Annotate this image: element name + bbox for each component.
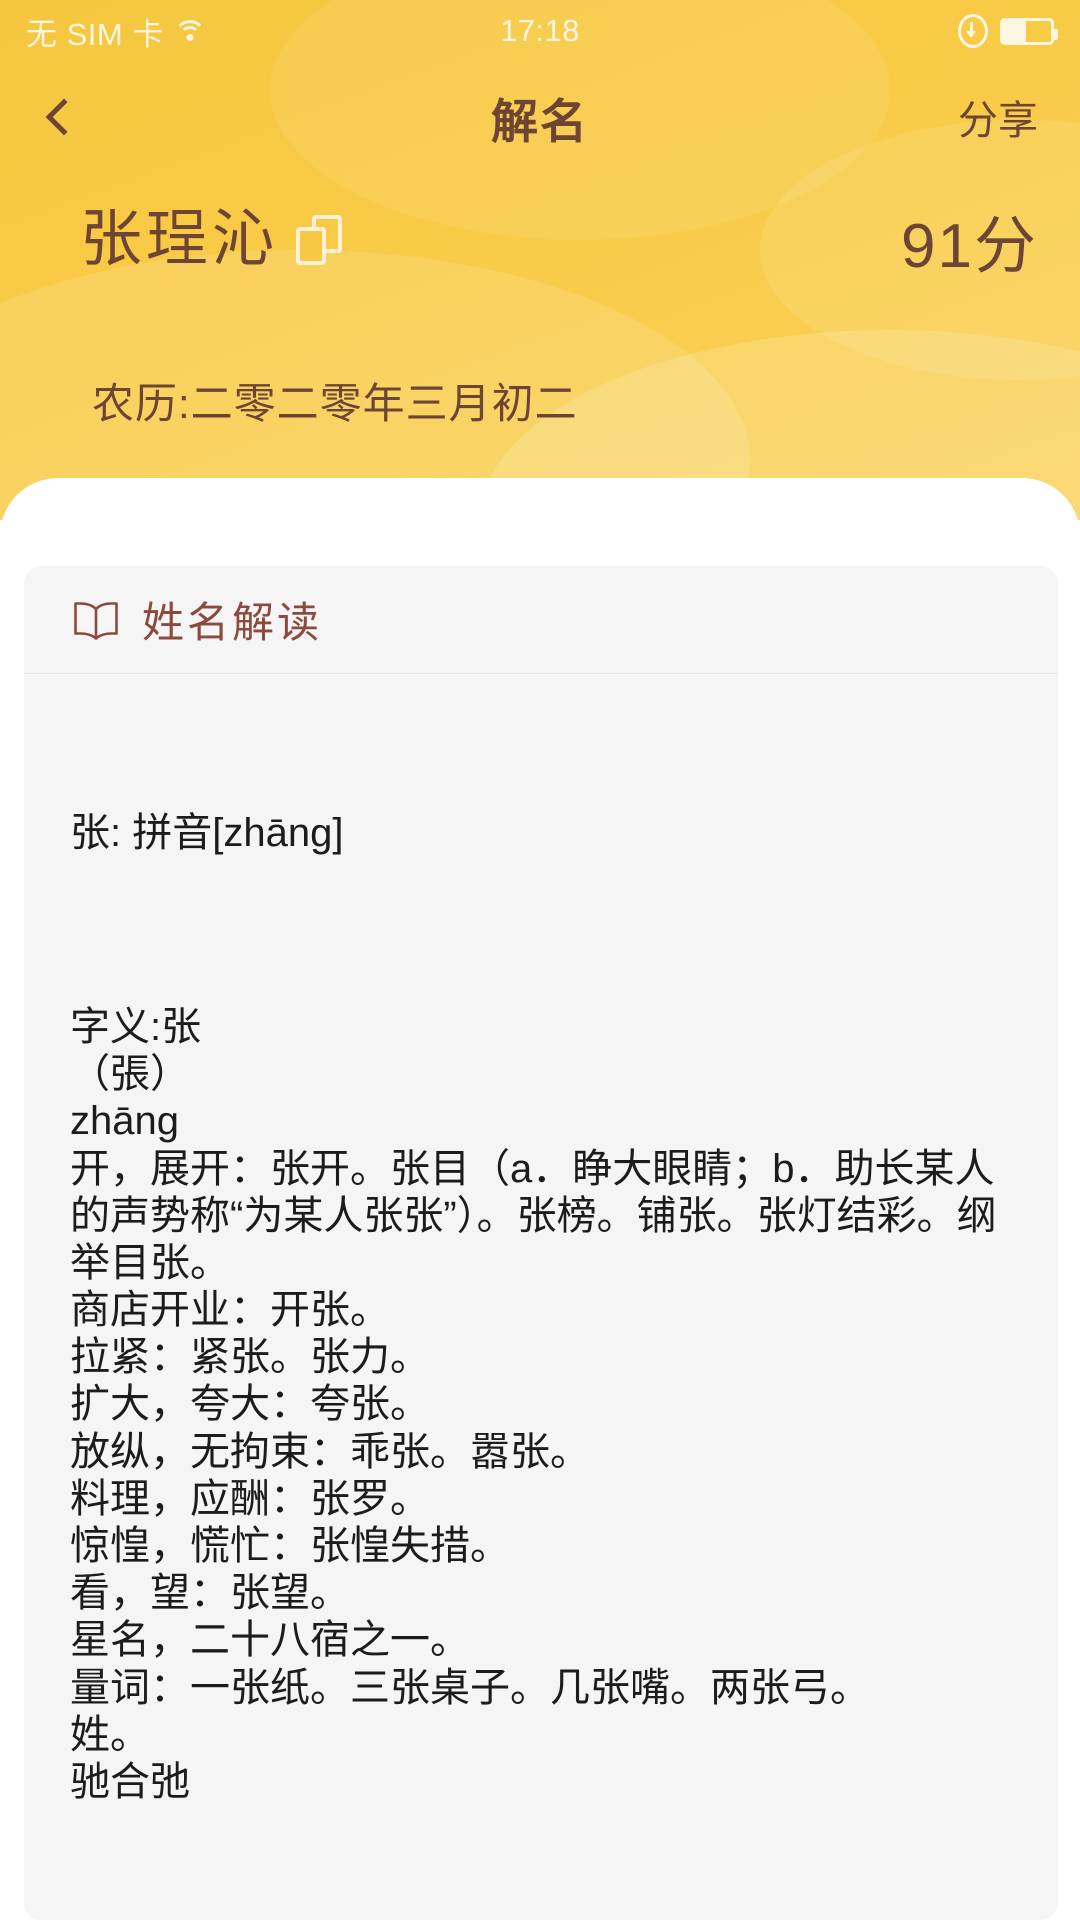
battery-icon xyxy=(1000,17,1058,45)
meaning-text: 字义:张 （張） zhāng 开，展开：张开。张目（a．睁大眼睛；b．助长某人的… xyxy=(70,1004,997,1804)
name-header-row: 张珵沁 91分 xyxy=(0,190,1080,290)
navigation-bar: 解名 分享 xyxy=(0,62,1080,172)
score-value: 91分 xyxy=(901,212,1038,281)
status-bar: 无 SIM 卡 17:18 xyxy=(0,0,1080,62)
card-title: 姓名解读 xyxy=(142,599,323,646)
person-name: 张珵沁 xyxy=(80,205,279,274)
card-body: 张: 拼音[zhāng] 字义:张 （張） zhāng 开，展开：张开。张目（a… xyxy=(24,674,1058,1901)
page-title: 解名 xyxy=(491,94,589,148)
lunar-date-label: 农历:二零二零年三月初二 xyxy=(92,380,578,427)
app-root: 无 SIM 卡 17:18 解名 分享 张珵沁 91分 农历:二零二零年三月初二 xyxy=(0,0,1080,1920)
status-bar-clock: 17:18 xyxy=(499,13,581,48)
pinyin-line: 张: 拼音[zhāng] xyxy=(70,811,344,856)
card-header: 姓名解读 xyxy=(24,566,1058,674)
open-book-icon xyxy=(72,600,120,640)
name-interpretation-card: 姓名解读 张: 拼音[zhāng] 字义:张 （張） zhāng 开，展开：张开… xyxy=(24,566,1058,1920)
share-button[interactable]: 分享 xyxy=(958,88,1080,146)
rotation-lock-icon xyxy=(958,14,988,48)
copy-icon[interactable] xyxy=(296,215,343,265)
